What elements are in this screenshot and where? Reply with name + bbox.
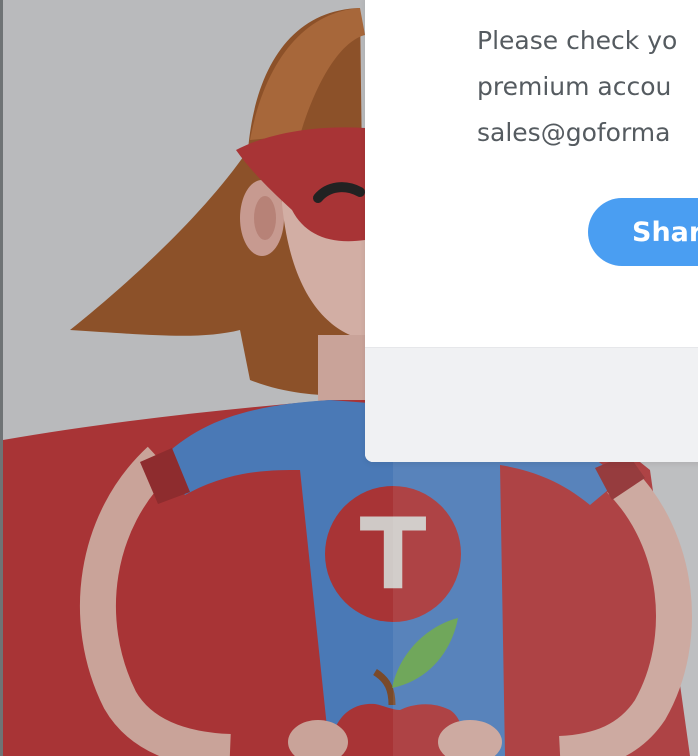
- modal-body: Please check yo premium accou sales@gofo…: [365, 0, 698, 347]
- share-button[interactable]: Shar: [588, 198, 698, 266]
- modal-message-line-2: premium accou: [477, 72, 672, 101]
- modal-message: Please check yo premium accou sales@gofo…: [477, 18, 698, 156]
- modal-footer: [365, 347, 698, 462]
- modal-message-line-1: Please check yo: [477, 26, 678, 55]
- modal-message-line-3: sales@goforma: [477, 118, 671, 147]
- share-modal: Please check yo premium accou sales@gofo…: [365, 0, 698, 462]
